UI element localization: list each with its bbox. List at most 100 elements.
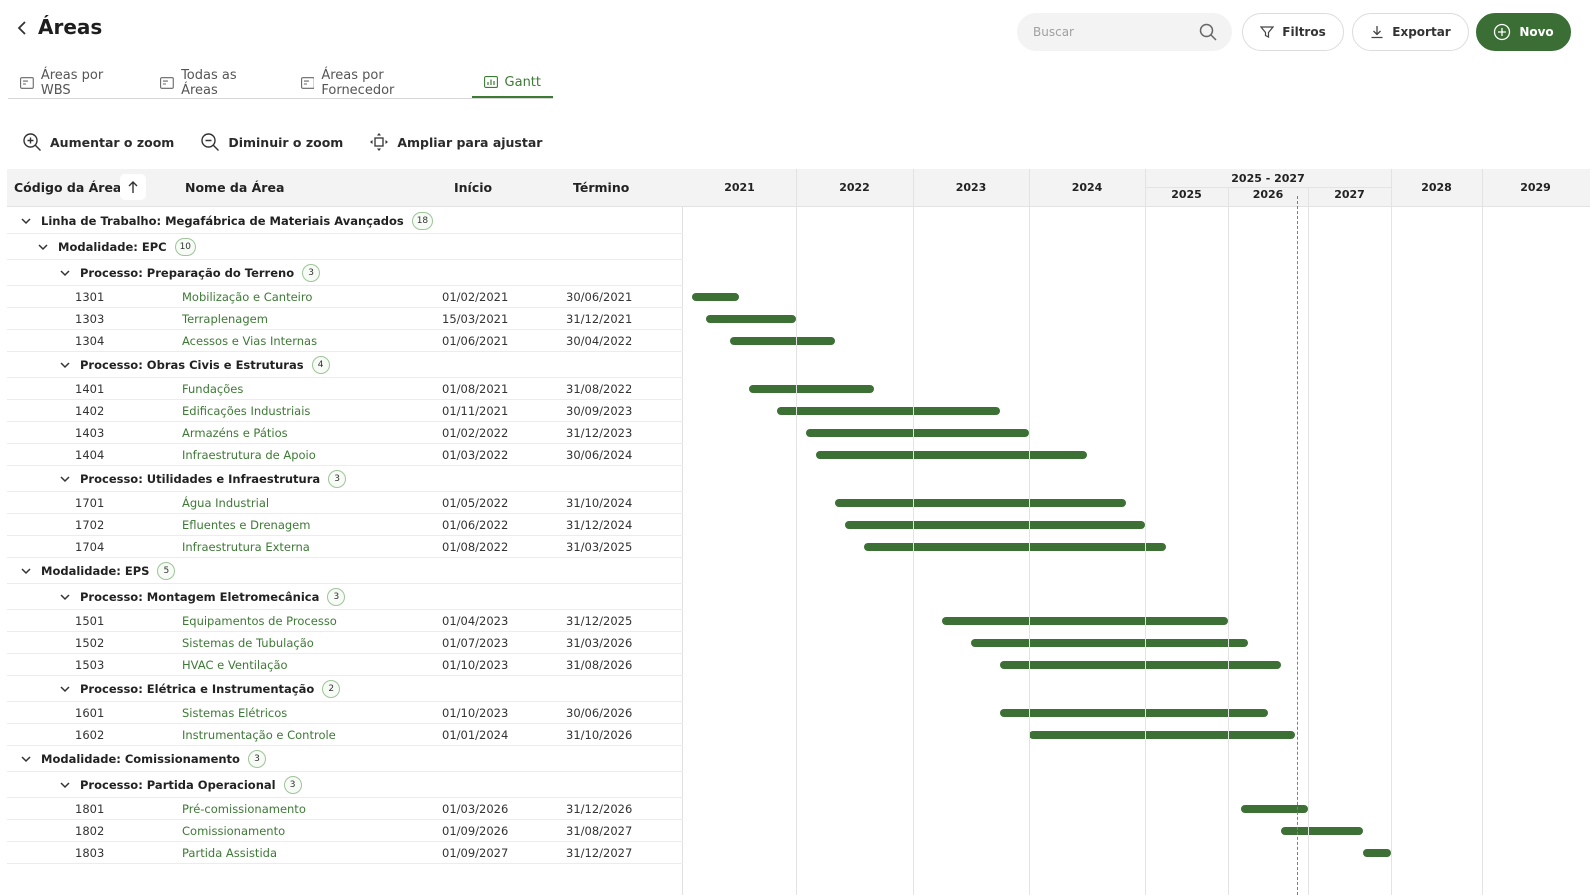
gantt-bar-1701[interactable] bbox=[835, 499, 1126, 507]
search-input[interactable] bbox=[1033, 13, 1193, 51]
group-row[interactable]: Processo: Utilidades e Infraestrutura 3 bbox=[7, 466, 683, 492]
area-name[interactable]: Mobilização e Canteiro bbox=[182, 290, 312, 304]
area-code: 1601 bbox=[75, 706, 105, 720]
table-row[interactable]: 1303 Terraplenagem 15/03/2021 31/12/2021 bbox=[7, 308, 683, 330]
tab-gantt[interactable]: Gantt bbox=[471, 68, 554, 98]
table-row[interactable]: 1802 Comissionamento 01/09/2026 31/08/2027 bbox=[7, 820, 683, 842]
table-row[interactable]: 1402 Edificações Industriais 01/11/2021 30/… bbox=[7, 400, 683, 422]
area-name[interactable]: Equipamentos de Processo bbox=[182, 614, 337, 628]
group-row[interactable]: Processo: Montagem Eletromecânica 3 bbox=[7, 584, 683, 610]
area-name[interactable]: Comissionamento bbox=[182, 824, 285, 838]
tab-todas-as-areas[interactable]: Todas as Áreas bbox=[148, 68, 288, 98]
gantt-bar-1501[interactable] bbox=[942, 617, 1228, 625]
table-row[interactable]: 1704 Infraestrutura Externa 01/08/2022 31/0… bbox=[7, 536, 683, 558]
group-row[interactable]: Modalidade: EPC 10 bbox=[7, 234, 683, 260]
gantt-bar-1404[interactable] bbox=[815, 451, 1087, 459]
table-row[interactable]: 1404 Infraestrutura de Apoio 01/03/2022 30/… bbox=[7, 444, 683, 466]
area-name[interactable]: Infraestrutura de Apoio bbox=[182, 448, 316, 462]
area-name[interactable]: Infraestrutura Externa bbox=[182, 540, 310, 554]
gantt-bar-1704[interactable] bbox=[864, 543, 1166, 551]
gantt-bar-1503[interactable] bbox=[1000, 661, 1282, 669]
area-name[interactable]: Efluentes e Drenagem bbox=[182, 518, 310, 532]
col-end-header[interactable]: Término bbox=[573, 180, 629, 195]
table-row[interactable]: 1503 HVAC e Ventilação 01/10/2023 31/08/202… bbox=[7, 654, 683, 676]
gantt-bar-1402[interactable] bbox=[777, 407, 1000, 415]
area-name[interactable]: Acessos e Vias Internas bbox=[182, 334, 317, 348]
search-icon[interactable] bbox=[1198, 22, 1218, 42]
chevron-down-icon[interactable] bbox=[58, 266, 72, 280]
table-row[interactable]: 1602 Instrumentação e Controle 01/01/2024 3… bbox=[7, 724, 683, 746]
chevron-down-icon[interactable] bbox=[19, 564, 33, 578]
search-box[interactable] bbox=[1017, 13, 1232, 51]
group-row[interactable]: Linha de Trabalho: Megafábrica de Materi… bbox=[7, 208, 683, 234]
tab-areas-por-fornecedor[interactable]: Áreas por Fornecedor bbox=[289, 68, 472, 98]
chevron-down-icon[interactable] bbox=[58, 472, 72, 486]
gantt-bar-1401[interactable] bbox=[748, 385, 874, 393]
chevron-down-icon[interactable] bbox=[36, 240, 50, 254]
tab-areas-por-wbs[interactable]: Áreas por WBS bbox=[8, 68, 148, 98]
group-row[interactable]: Processo: Elétrica e Instrumentação 2 bbox=[7, 676, 683, 702]
table-row[interactable]: 1401 Fundações 01/08/2021 31/08/2022 bbox=[7, 378, 683, 400]
table-row[interactable]: 1301 Mobilização e Canteiro 01/02/2021 30/0… bbox=[7, 286, 683, 308]
chevron-down-icon[interactable] bbox=[58, 682, 72, 696]
group-row[interactable]: Modalidade: Comissionamento 3 bbox=[7, 746, 683, 772]
table-row[interactable]: 1801 Pré-comissionamento 01/03/2026 31/12/2… bbox=[7, 798, 683, 820]
col-name-header[interactable]: Nome da Área bbox=[185, 180, 284, 195]
area-name[interactable]: Água Industrial bbox=[182, 496, 269, 510]
area-name[interactable]: Edificações Industriais bbox=[182, 404, 310, 418]
group-row[interactable]: Processo: Preparação do Terreno 3 bbox=[7, 260, 683, 286]
gantt-bar-1702[interactable] bbox=[844, 521, 1145, 529]
area-name[interactable]: Pré-comissionamento bbox=[182, 802, 306, 816]
table-row[interactable]: 1502 Sistemas de Tubulação 01/07/2023 31/03… bbox=[7, 632, 683, 654]
end-date: 31/12/2021 bbox=[566, 312, 633, 326]
filters-button[interactable]: Filtros bbox=[1242, 13, 1344, 51]
grid-header: Código da Área Nome da Área Início Térmi… bbox=[7, 169, 683, 207]
zoom-out-button[interactable]: Diminuir o zoom bbox=[200, 132, 343, 152]
table-row[interactable]: 1501 Equipamentos de Processo 01/04/2023 31… bbox=[7, 610, 683, 632]
table-row[interactable]: 1403 Armazéns e Pátios 01/02/2022 31/12/202… bbox=[7, 422, 683, 444]
year-gridline bbox=[1308, 188, 1309, 895]
gantt-bar-1602[interactable] bbox=[1029, 731, 1295, 739]
gantt-bar-1502[interactable] bbox=[971, 639, 1248, 647]
group-row[interactable]: Processo: Partida Operacional 3 bbox=[7, 772, 683, 798]
area-name[interactable]: Sistemas Elétricos bbox=[182, 706, 287, 720]
chevron-down-icon[interactable] bbox=[58, 358, 72, 372]
export-button[interactable]: Exportar bbox=[1352, 13, 1469, 51]
area-name[interactable]: Armazéns e Pátios bbox=[182, 426, 288, 440]
col-start-header[interactable]: Início bbox=[454, 180, 492, 195]
new-button[interactable]: Novo bbox=[1476, 13, 1571, 51]
back-icon[interactable] bbox=[14, 18, 32, 38]
col-code-header[interactable]: Código da Área bbox=[14, 180, 121, 195]
gantt-bar-1803[interactable] bbox=[1363, 849, 1391, 857]
area-name[interactable]: Instrumentação e Controle bbox=[182, 728, 336, 742]
year-group-label: 2025 - 2027 bbox=[1231, 172, 1305, 185]
gantt-bar-1802[interactable] bbox=[1281, 827, 1364, 835]
table-row[interactable]: 1304 Acessos e Vias Internas 01/06/2021 30/… bbox=[7, 330, 683, 352]
table-row[interactable]: 1803 Partida Assistida 01/09/2027 31/12/202… bbox=[7, 842, 683, 864]
fit-button[interactable]: Ampliar para ajustar bbox=[369, 132, 542, 152]
end-date: 31/12/2025 bbox=[566, 614, 633, 628]
area-name[interactable]: Partida Assistida bbox=[182, 846, 277, 860]
gantt-bar-1403[interactable] bbox=[805, 429, 1029, 437]
chevron-down-icon[interactable] bbox=[58, 778, 72, 792]
area-name[interactable]: Fundações bbox=[182, 382, 243, 396]
zoom-in-button[interactable]: Aumentar o zoom bbox=[22, 132, 174, 152]
area-name[interactable]: HVAC e Ventilação bbox=[182, 658, 288, 672]
table-row[interactable]: 1701 Água Industrial 01/05/2022 31/10/2024 bbox=[7, 492, 683, 514]
chevron-down-icon[interactable] bbox=[19, 214, 33, 228]
gantt-bar-1304[interactable] bbox=[730, 337, 835, 345]
filter-icon bbox=[1260, 26, 1275, 38]
area-name[interactable]: Terraplenagem bbox=[182, 312, 268, 326]
table-row[interactable]: 1702 Efluentes e Drenagem 01/06/2022 31/12/… bbox=[7, 514, 683, 536]
chevron-down-icon[interactable] bbox=[19, 752, 33, 766]
chevron-down-icon[interactable] bbox=[58, 590, 72, 604]
tab-label: Todas as Áreas bbox=[181, 68, 237, 98]
group-row[interactable]: Processo: Obras Civis e Estruturas 4 bbox=[7, 352, 683, 378]
gantt-bar-1301[interactable] bbox=[692, 293, 740, 301]
table-row[interactable]: 1601 Sistemas Elétricos 01/10/2023 30/06/20… bbox=[7, 702, 683, 724]
area-name[interactable]: Sistemas de Tubulação bbox=[182, 636, 314, 650]
gantt-bar-1303[interactable] bbox=[706, 315, 796, 323]
area-code: 1301 bbox=[75, 290, 105, 304]
sort-button[interactable] bbox=[120, 174, 146, 200]
group-row[interactable]: Modalidade: EPS 5 bbox=[7, 558, 683, 584]
